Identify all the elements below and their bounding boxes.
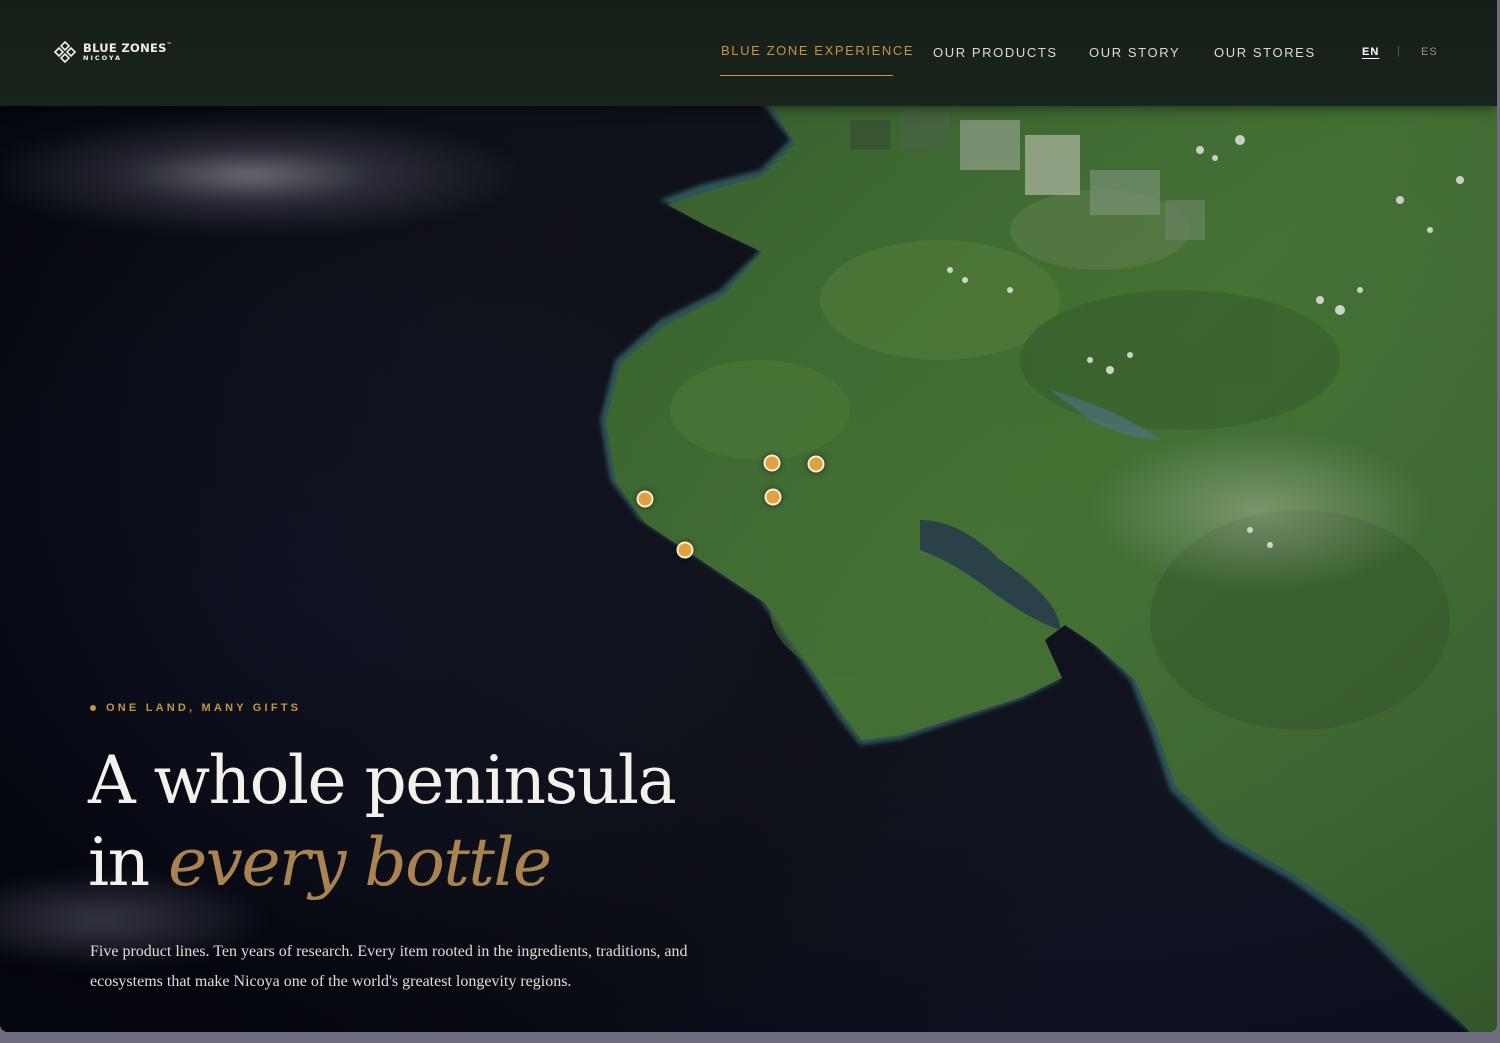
map-marker[interactable] [676, 541, 694, 559]
cloud-haze [1080, 410, 1440, 610]
page-frame: BLUE ZONES™ NICOYA BLUE ZONE EXPERIENCE … [0, 0, 1497, 1032]
hero-description: Five product lines. Ten years of researc… [90, 943, 688, 990]
map-marker[interactable] [764, 488, 782, 506]
site-header: BLUE ZONES™ NICOYA BLUE ZONE EXPERIENCE … [0, 0, 1497, 106]
map-marker[interactable] [763, 454, 781, 472]
headline-accent: every bottle [168, 824, 552, 901]
nav-item-our-stores[interactable]: OUR STORES [1214, 45, 1316, 60]
eyebrow-text: ONE LAND, MANY GIFTS [106, 702, 302, 714]
language-es[interactable]: ES [1421, 46, 1438, 58]
language-en[interactable]: EN [1362, 46, 1379, 58]
nav-item-our-products[interactable]: OUR PRODUCTS [933, 45, 1058, 60]
language-separator: | [1397, 45, 1400, 57]
headline-line-2-plain: in [88, 824, 169, 901]
eyebrow-dot [90, 705, 96, 711]
nav-item-our-story[interactable]: OUR STORY [1089, 45, 1180, 60]
main-nav: BLUE ZONE EXPERIENCE OUR PRODUCTS OUR ST… [0, 0, 1497, 106]
hero-eyebrow: ONE LAND, MANY GIFTS [90, 702, 301, 714]
nav-item-blue-zone-experience[interactable]: BLUE ZONE EXPERIENCE [721, 43, 914, 58]
map-marker[interactable] [807, 455, 825, 473]
active-nav-underline [720, 75, 893, 76]
map-marker[interactable] [636, 490, 654, 508]
hero-headline: A whole peninsula in every bottle [88, 740, 677, 904]
headline-line-1: A whole peninsula [88, 742, 677, 819]
